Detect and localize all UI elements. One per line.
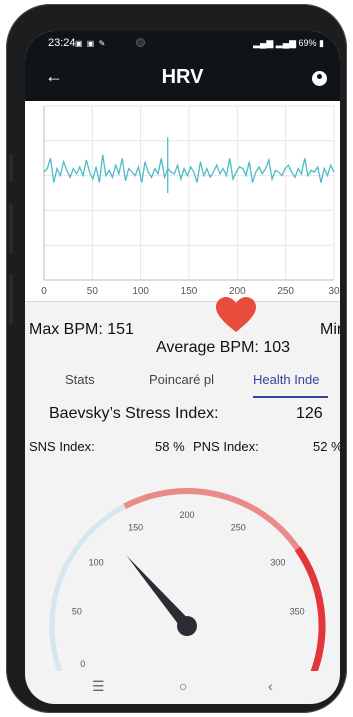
signal-icon: ▂▄▆ ▂▄▆ [253, 38, 299, 48]
battery-icon: ▮ [316, 38, 324, 48]
account-circle-icon[interactable] [312, 71, 327, 86]
gauge-needle-hub [177, 616, 197, 636]
battery-level: 69% [298, 38, 317, 48]
x-tick-label: 100 [132, 286, 149, 297]
gauge-tick-label: 200 [179, 510, 194, 520]
status-right: ▂▄▆ ▂▄▆ 69% ▮ [253, 38, 324, 49]
tab-bar: Stats Poincaré pl Health Inde [25, 369, 340, 399]
gauge-tick-label: 300 [270, 557, 285, 567]
volume-down-button [9, 204, 13, 254]
home-icon[interactable]: ○ [179, 678, 187, 694]
status-bar: 23:24 ▣ ▣ ✎ ▂▄▆ ▂▄▆ 69% ▮ [25, 31, 340, 57]
min-bpm: Min [320, 321, 340, 338]
x-tick-label: 50 [87, 286, 99, 297]
system-nav-bar: ☰ ○ ‹ [25, 672, 340, 704]
page-title: HRV [161, 66, 204, 88]
hrv-line-chart: 0 50 100 150 200 250 30 [25, 101, 340, 301]
x-tick-label: 30 [328, 286, 340, 297]
volume-up-button [9, 154, 13, 182]
camera-icon [136, 38, 145, 47]
chart-svg: 0 50 100 150 200 250 30 [41, 105, 340, 297]
phone-frame: 23:24 ▣ ▣ ✎ ▂▄▆ ▂▄▆ 69% ▮ ← HRV 0 50 100 15… [6, 4, 347, 713]
gauge-tick-label: 50 [72, 607, 82, 617]
average-bpm: Average BPM: 103 [156, 339, 291, 356]
pns-index-value: 52 % [313, 439, 340, 454]
tab-poincare-plot[interactable]: Poincaré pl [149, 372, 231, 387]
tab-stats[interactable]: Stats [65, 372, 115, 387]
status-time: 23:24 [48, 37, 76, 49]
x-tick-label: 200 [229, 286, 246, 297]
x-tick-label: 0 [41, 286, 47, 297]
screen: 23:24 ▣ ▣ ✎ ▂▄▆ ▂▄▆ 69% ▮ ← HRV 0 50 100 15… [25, 31, 340, 704]
sns-index-value: 58 % [155, 439, 185, 454]
gauge-band-low [49, 504, 126, 671]
chart-divider [25, 301, 340, 302]
sns-index-label: SNS Index: [29, 439, 95, 454]
power-button [9, 274, 13, 324]
x-tick-label: 250 [277, 286, 294, 297]
stress-index-value: 126 [296, 405, 323, 422]
tab-health-index[interactable]: Health Inde [253, 372, 333, 387]
heart-icon [216, 297, 256, 332]
notification-icons: ▣ ▣ ✎ [75, 39, 107, 48]
stress-gauge: 0 50 100 150 200 250 300 350 [49, 488, 326, 671]
app-bar: ← HRV [25, 57, 340, 101]
stress-index-label: Baevsky’s Stress Index: [49, 405, 219, 422]
gauge-tick-label: 350 [290, 607, 305, 617]
recents-icon[interactable]: ☰ [92, 678, 105, 695]
tab-indicator [253, 396, 328, 398]
x-tick-label: 150 [181, 286, 198, 297]
gauge-tick-label: 0 [80, 659, 85, 669]
gauge-tick-label: 250 [231, 523, 246, 533]
pns-index-label: PNS Index: [193, 439, 259, 454]
gauge-tick-label: 100 [89, 557, 104, 567]
max-bpm: Max BPM: 151 [29, 321, 134, 338]
gauge-band-mid [123, 488, 301, 551]
back-chevron-icon[interactable]: ‹ [268, 678, 273, 694]
gauge-tick-label: 150 [128, 523, 143, 533]
